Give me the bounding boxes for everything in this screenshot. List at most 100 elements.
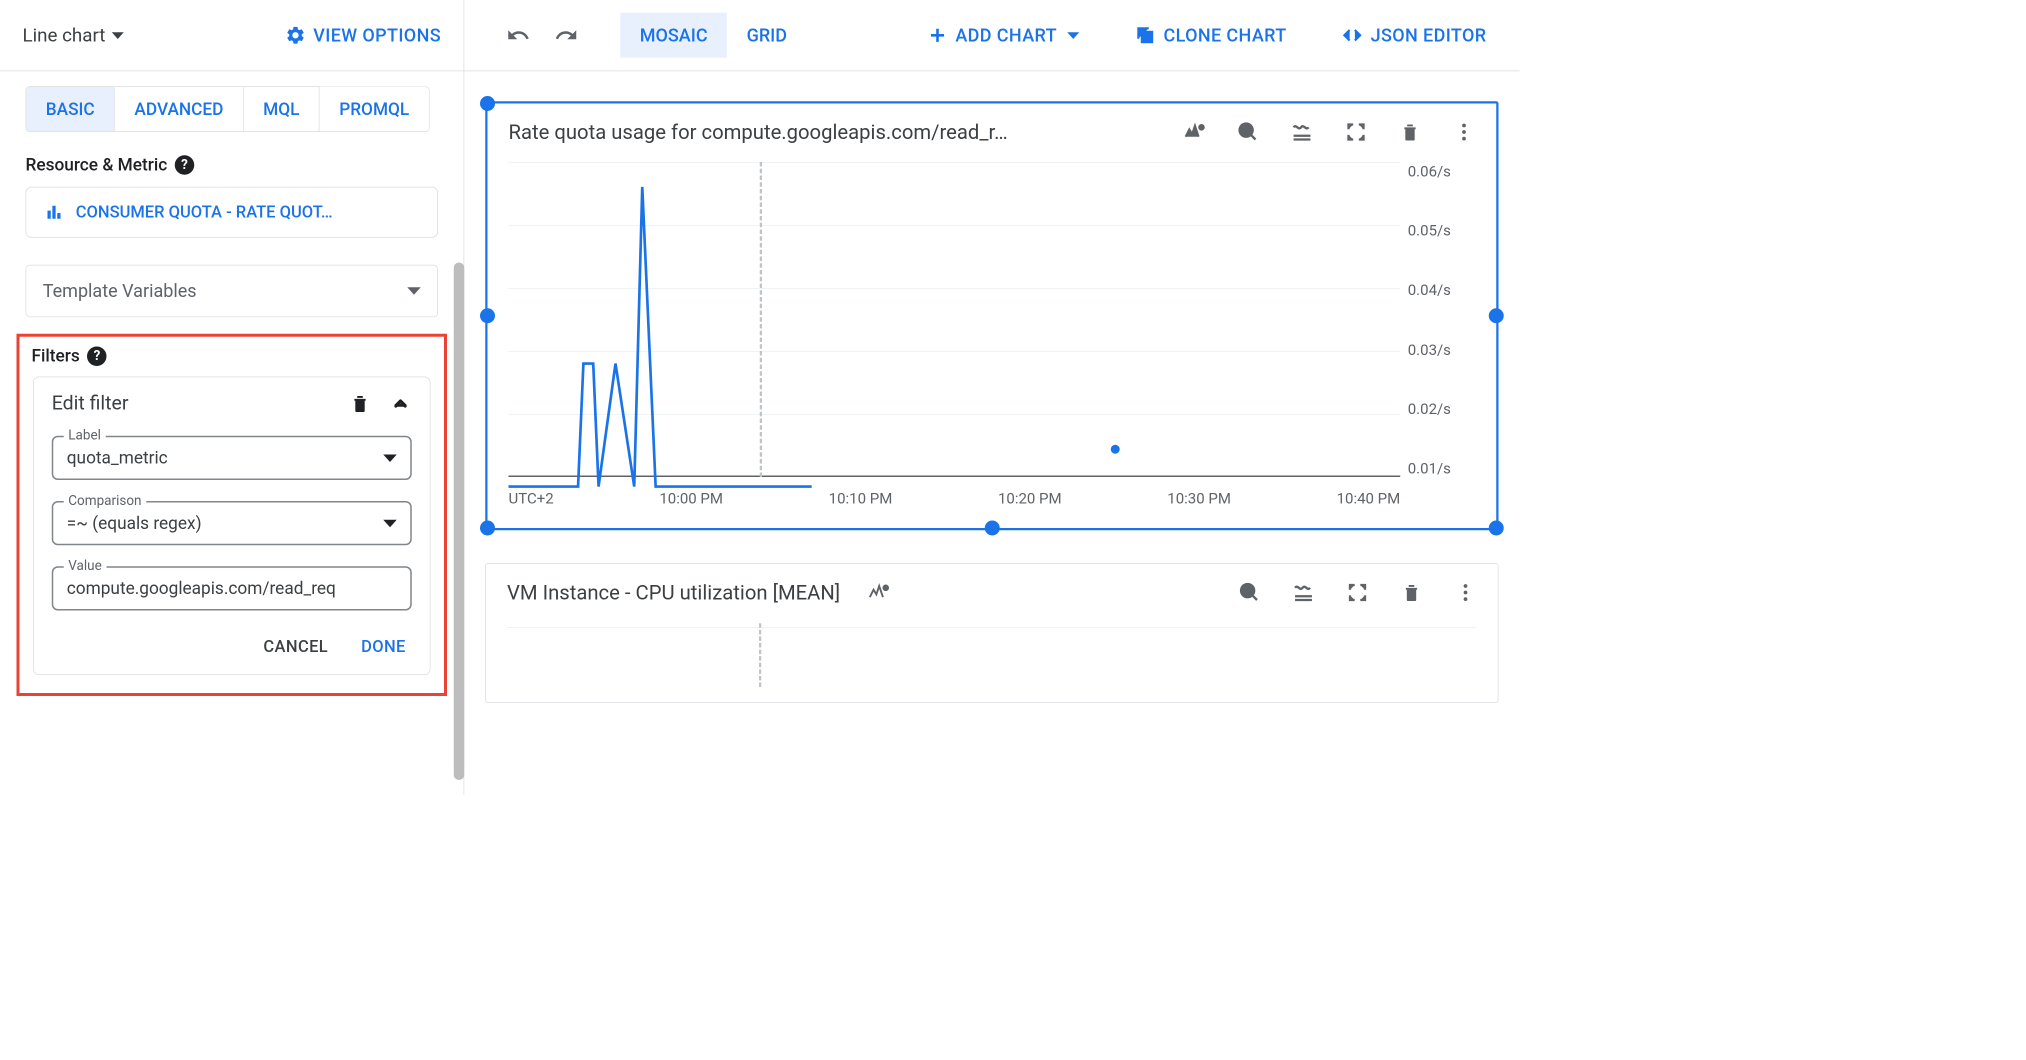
more-icon[interactable] <box>1454 581 1477 604</box>
cancel-button[interactable]: CANCEL <box>263 638 328 657</box>
anomaly-icon[interactable] <box>1183 121 1206 144</box>
y-tick: 0.05/s <box>1408 221 1476 239</box>
view-options-label: VIEW OPTIONS <box>313 25 441 46</box>
caret-down-icon <box>383 454 397 462</box>
chart-header: Rate quota usage for compute.googleapis.… <box>509 120 1476 144</box>
more-icon[interactable] <box>1453 121 1476 144</box>
y-tick: 0.01/s <box>1408 459 1476 477</box>
zoom-reset-icon[interactable] <box>1237 121 1260 144</box>
label-field-label: Label <box>64 428 106 444</box>
help-icon[interactable]: ? <box>175 155 195 175</box>
tab-basic[interactable]: BASIC <box>26 86 115 132</box>
y-tick: 0.03/s <box>1408 340 1476 358</box>
comparison-field-label: Comparison <box>64 493 146 509</box>
chart-card[interactable]: VM Instance - CPU utilization [MEAN] <box>485 563 1498 703</box>
chart-type-dropdown[interactable]: Line chart <box>23 24 124 46</box>
clone-chart-label: CLONE CHART <box>1163 25 1286 46</box>
zoom-reset-icon[interactable] <box>1238 581 1261 604</box>
label-field-value: quota_metric <box>67 448 376 468</box>
resource-metric-label: Resource & Metric <box>26 155 168 175</box>
add-chart-button[interactable]: ADD CHART <box>927 25 1080 46</box>
caret-down-icon <box>111 32 123 39</box>
help-icon[interactable]: ? <box>87 346 107 366</box>
chart-header: VM Instance - CPU utilization [MEAN] <box>507 581 1477 605</box>
chart-action-icons <box>1238 581 1477 604</box>
caret-down-icon <box>383 519 397 527</box>
data-series-line <box>509 162 1401 537</box>
comparison-field-value: =~ (equals regex) <box>67 513 376 533</box>
caret-down-icon <box>1067 32 1079 39</box>
clone-icon <box>1135 25 1156 46</box>
config-sidebar: Line chart VIEW OPTIONS BASIC ADVANCED M… <box>0 0 464 795</box>
value-field-label: Value <box>64 558 107 574</box>
main-panel: MOSAIC GRID ADD CHART CLONE CHART JSON E… <box>464 0 1519 795</box>
x-tick: 10:30 PM <box>1167 489 1231 507</box>
main-toolbar: MOSAIC GRID ADD CHART CLONE CHART JSON E… <box>464 0 1519 71</box>
filter-value-input[interactable]: Value compute.googleapis.com/read_req <box>52 566 412 610</box>
y-tick: 0.02/s <box>1408 400 1476 418</box>
filter-label-dropdown[interactable]: Label quota_metric <box>52 436 412 480</box>
layout-toggle: MOSAIC GRID <box>620 13 806 58</box>
done-button[interactable]: DONE <box>361 638 406 657</box>
scrollbar[interactable] <box>454 263 465 781</box>
json-editor-label: JSON EDITOR <box>1371 25 1487 46</box>
metric-card-label: CONSUMER QUOTA - RATE QUOT… <box>76 203 333 222</box>
time-cursor[interactable] <box>759 623 761 687</box>
tab-advanced[interactable]: ADVANCED <box>115 86 244 132</box>
layout-grid-button[interactable]: GRID <box>727 13 806 58</box>
chart-card-selected[interactable]: Rate quota usage for compute.googleapis.… <box>485 101 1498 530</box>
chart-title: Rate quota usage for compute.googleapis.… <box>509 120 1008 144</box>
resize-handle-nw[interactable] <box>480 96 495 111</box>
resize-handle-se[interactable] <box>1489 521 1504 536</box>
clone-chart-button[interactable]: CLONE CHART <box>1135 25 1287 46</box>
tab-promql[interactable]: PROMQL <box>320 86 430 132</box>
resize-handle-e[interactable] <box>1489 308 1504 323</box>
chart-canvas: Rate quota usage for compute.googleapis.… <box>464 71 1519 766</box>
json-editor-button[interactable]: JSON EDITOR <box>1342 25 1486 46</box>
filter-comparison-dropdown[interactable]: Comparison =~ (equals regex) <box>52 501 412 545</box>
delete-icon[interactable] <box>349 392 372 415</box>
y-tick: 0.06/s <box>1408 162 1476 180</box>
x-tick: UTC+2 <box>509 489 554 507</box>
plus-icon <box>927 25 948 46</box>
resize-handle-sw[interactable] <box>480 521 495 536</box>
filters-header: Filters ? <box>27 343 437 366</box>
x-tick: 10:40 PM <box>1337 489 1401 507</box>
sidebar-top-bar: Line chart VIEW OPTIONS <box>0 0 464 71</box>
gear-icon <box>285 25 306 46</box>
code-icon <box>1342 25 1363 46</box>
fullscreen-icon[interactable] <box>1346 581 1369 604</box>
template-variables-dropdown[interactable]: Template Variables <box>26 265 439 318</box>
resource-metric-header: Resource & Metric ? <box>0 132 464 187</box>
redo-icon[interactable] <box>554 23 578 47</box>
delete-icon[interactable] <box>1400 581 1423 604</box>
undo-icon[interactable] <box>506 23 530 47</box>
fullscreen-icon[interactable] <box>1345 121 1368 144</box>
y-tick: 0.04/s <box>1408 281 1476 299</box>
undo-redo-group <box>506 23 578 47</box>
x-tick: 10:20 PM <box>998 489 1062 507</box>
legend-icon[interactable] <box>1291 121 1314 144</box>
chevron-up-icon[interactable] <box>389 392 412 415</box>
filters-section-highlighted: Filters ? Edit filter Label quota_metric… <box>17 334 448 696</box>
metric-selector[interactable]: CONSUMER QUOTA - RATE QUOT… <box>26 187 439 238</box>
layout-mosaic-button[interactable]: MOSAIC <box>620 13 727 58</box>
edit-filter-title: Edit filter <box>52 392 129 415</box>
template-variables-label: Template Variables <box>43 281 197 302</box>
tab-mql[interactable]: MQL <box>244 86 320 132</box>
legend-icon[interactable] <box>1292 581 1315 604</box>
delete-icon[interactable] <box>1399 121 1422 144</box>
x-axis-labels: UTC+2 10:00 PM 10:10 PM 10:20 PM 10:30 P… <box>509 489 1401 507</box>
add-chart-label: ADD CHART <box>955 25 1057 46</box>
plot-area[interactable]: 0.06/s 0.05/s 0.04/s 0.03/s 0.02/s 0.01/… <box>509 162 1476 507</box>
caret-down-icon <box>407 287 421 295</box>
y-axis-labels: 0.06/s 0.05/s 0.04/s 0.03/s 0.02/s 0.01/… <box>1408 162 1476 477</box>
resize-handle-w[interactable] <box>480 308 495 323</box>
filters-label: Filters <box>32 346 80 366</box>
anomaly-icon[interactable] <box>867 581 890 604</box>
chart-type-label: Line chart <box>23 24 106 46</box>
filter-action-buttons: CANCEL DONE <box>52 638 412 657</box>
x-tick: 10:00 PM <box>659 489 723 507</box>
x-tick: 10:10 PM <box>829 489 893 507</box>
view-options-button[interactable]: VIEW OPTIONS <box>285 25 441 46</box>
